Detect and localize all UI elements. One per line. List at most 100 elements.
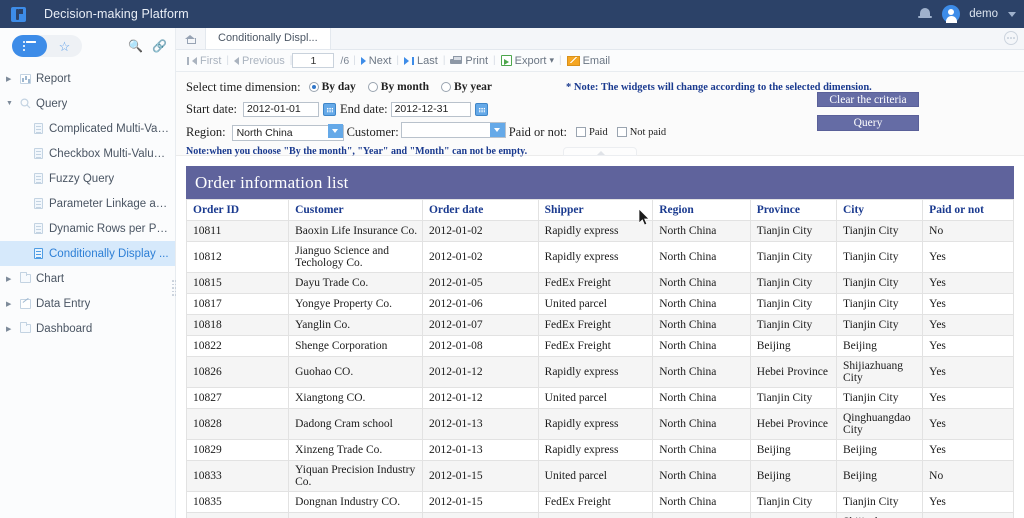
sidebar-view-toggle[interactable]: ☆ — [12, 35, 82, 57]
table-row[interactable]: 10827 Xiangtong CO. 2012-01-12 United parce… — [186, 387, 1014, 409]
cell-shipper: FedEx Freight — [537, 491, 654, 513]
column-header-region[interactable]: Region — [652, 199, 751, 221]
panel-collapse-handle[interactable] — [563, 147, 637, 156]
sidebar-item-label: Chart — [36, 272, 65, 285]
table-row[interactable]: 10835 Dongnan Industry CO. 2012-01-15 FedEx… — [186, 491, 1014, 513]
email-button[interactable]: Email — [562, 55, 616, 67]
calendar-icon[interactable] — [474, 102, 488, 116]
twisty-right-icon[interactable]: ▶ — [6, 275, 17, 283]
radio-by-month[interactable] — [367, 82, 378, 92]
sidebar-item-label: Conditionally Display ... — [49, 247, 169, 260]
sidebar-toggle-list[interactable] — [12, 35, 47, 57]
cell-city: Shijiazhuang City — [835, 356, 924, 388]
twisty-right-icon[interactable]: ▶ — [6, 75, 17, 83]
sidebar-item-complicated-multi-value[interactable]: Complicated Multi-Valu... — [0, 116, 175, 141]
table-row[interactable]: 10817 Yongye Property Co. 2012-01-06 United… — [186, 293, 1014, 315]
print-label: Print — [465, 54, 489, 67]
bell-icon[interactable] — [917, 6, 933, 22]
cell-province: Tianjin City — [749, 387, 837, 409]
app-logo — [0, 0, 36, 28]
sidebar-item-checkbox-multi-value[interactable]: Checkbox Multi-Value ... — [0, 141, 175, 166]
cell-paid-or-not: Yes — [922, 314, 1014, 336]
twisty-down-icon[interactable]: ▼ — [6, 100, 17, 107]
sidebar-item-conditionally-display[interactable]: Conditionally Display ... — [0, 241, 175, 266]
avatar[interactable] — [942, 5, 961, 23]
column-header-order-id[interactable]: Order ID — [186, 199, 290, 221]
page-total-label: /6 — [340, 54, 350, 67]
sidebar-item-chart[interactable]: ▶ Chart — [0, 266, 175, 291]
first-page-icon — [187, 56, 189, 65]
tab-conditionally-display[interactable]: Conditionally Displ... — [206, 28, 331, 49]
cell-customer: Dongnan Industry CO. — [288, 491, 423, 513]
paid-or-not-label: Paid or not: — [508, 124, 568, 139]
sidebar-item-label: Parameter Linkage and... — [49, 197, 169, 210]
twisty-right-icon[interactable]: ▶ — [6, 325, 17, 333]
export-icon — [500, 55, 512, 66]
sidebar-item-label: Checkbox Multi-Value ... — [49, 147, 169, 160]
region-select[interactable]: North China — [231, 123, 344, 141]
twisty-right-icon[interactable]: ▶ — [6, 300, 17, 308]
tab-label: Conditionally Displ... — [218, 32, 318, 44]
column-header-shipper[interactable]: Shipper — [537, 199, 654, 221]
chevron-down-icon[interactable] — [1008, 11, 1016, 17]
column-header-customer[interactable]: Customer — [288, 199, 423, 221]
sidebar-item-report[interactable]: ▶ Report — [0, 66, 175, 91]
sidebar-item-dashboard[interactable]: ▶ Dashboard — [0, 316, 175, 341]
search-icon[interactable]: 🔍 — [128, 40, 143, 52]
page-number-input[interactable] — [292, 53, 335, 68]
first-page-button[interactable]: First — [182, 55, 226, 67]
table-row[interactable]: 10812 Jianguo Science and Techology Co. 20… — [186, 241, 1014, 273]
table-row[interactable]: 10818 Yanglin Co. 2012-01-07 FedEx Freight N… — [186, 314, 1014, 336]
cell-order-date: 2012-01-13 — [421, 408, 539, 440]
cell-order-date: 2012-01-06 — [421, 293, 539, 315]
sidebar-item-fuzzy-query[interactable]: Fuzzy Query — [0, 166, 175, 191]
table-row[interactable]: 10822 Shenge Corporation 2012-01-08 FedEx F… — [186, 335, 1014, 357]
export-dropdown-icon[interactable]: ▾ — [549, 55, 554, 66]
table-row[interactable]: 10826 Guohao CO. 2012-01-12 Rapidly express… — [186, 356, 1014, 388]
not-paid-checkbox[interactable] — [616, 127, 627, 137]
radio-by-year[interactable] — [441, 82, 452, 92]
last-page-button[interactable]: Last — [399, 55, 443, 67]
table-row[interactable]: 10815 Dayu Trade Co. 2012-01-05 FedEx Freig… — [186, 272, 1014, 294]
folder-icon — [17, 322, 33, 333]
query-button[interactable]: Query — [817, 115, 919, 131]
collapse-icon[interactable] — [1004, 31, 1018, 45]
paid-checkbox[interactable] — [576, 127, 587, 137]
cell-order-id: 10829 — [186, 439, 290, 461]
print-button[interactable]: Print — [445, 55, 493, 67]
report-container: Order information list Order ID Customer… — [186, 166, 1014, 518]
table-row[interactable]: 10833 Yiquan Precision Industry Co. 2012-0… — [186, 460, 1014, 492]
sidebar-toggle-favorites[interactable]: ☆ — [47, 35, 82, 57]
clear-criteria-button[interactable]: Clear the criteria — [817, 92, 919, 107]
sidebar-item-dynamic-rows-per-page[interactable]: Dynamic Rows per Page — [0, 216, 175, 241]
cell-paid-or-not: Yes — [922, 293, 1014, 315]
customer-select[interactable] — [400, 121, 506, 143]
cell-customer: Baoxin Life Insurance Co. — [288, 512, 423, 518]
column-header-city[interactable]: City — [835, 199, 924, 221]
chevron-down-icon[interactable] — [327, 124, 343, 138]
column-header-order-date[interactable]: Order date — [421, 199, 539, 221]
pin-off-icon[interactable]: 🔗 — [152, 40, 167, 52]
column-header-paid-or-not[interactable]: Paid or not — [922, 199, 1014, 221]
previous-page-button[interactable]: Previous — [229, 55, 290, 67]
sidebar-item-data-entry[interactable]: ▶ Data Entry — [0, 291, 175, 316]
table-row[interactable]: 10836Baoxin Life Insurance Co.2012-01-16… — [186, 512, 1014, 518]
start-date-input[interactable] — [243, 101, 320, 117]
end-date-input[interactable] — [390, 101, 471, 117]
table-row[interactable]: 10828 Dadong Cram school 2012-01-13 Rapidly… — [186, 408, 1014, 440]
sidebar-item-query[interactable]: ▼ Query — [0, 91, 175, 116]
radio-by-day[interactable] — [308, 82, 319, 92]
end-date-label: End date: — [340, 101, 388, 116]
tab-home[interactable] — [176, 28, 206, 49]
time-dimension-label: Select time dimension: — [186, 79, 301, 94]
cell-order-id: 10836 — [186, 512, 290, 518]
column-header-province[interactable]: Province — [749, 199, 837, 221]
table-row[interactable]: 10829 Xinzeng Trade Co. 2012-01-13 Rapidly … — [186, 439, 1014, 461]
export-button[interactable]: Export ▾ — [496, 55, 559, 67]
sidebar-item-parameter-linkage[interactable]: Parameter Linkage and... — [0, 191, 175, 216]
next-page-button[interactable]: Next — [356, 55, 397, 67]
chevron-down-icon[interactable] — [489, 122, 505, 137]
cell-region: North China — [652, 356, 751, 388]
calendar-icon[interactable] — [323, 102, 337, 116]
table-row[interactable]: 10811 Baoxin Life Insurance Co. 2012-01-02… — [186, 220, 1014, 242]
